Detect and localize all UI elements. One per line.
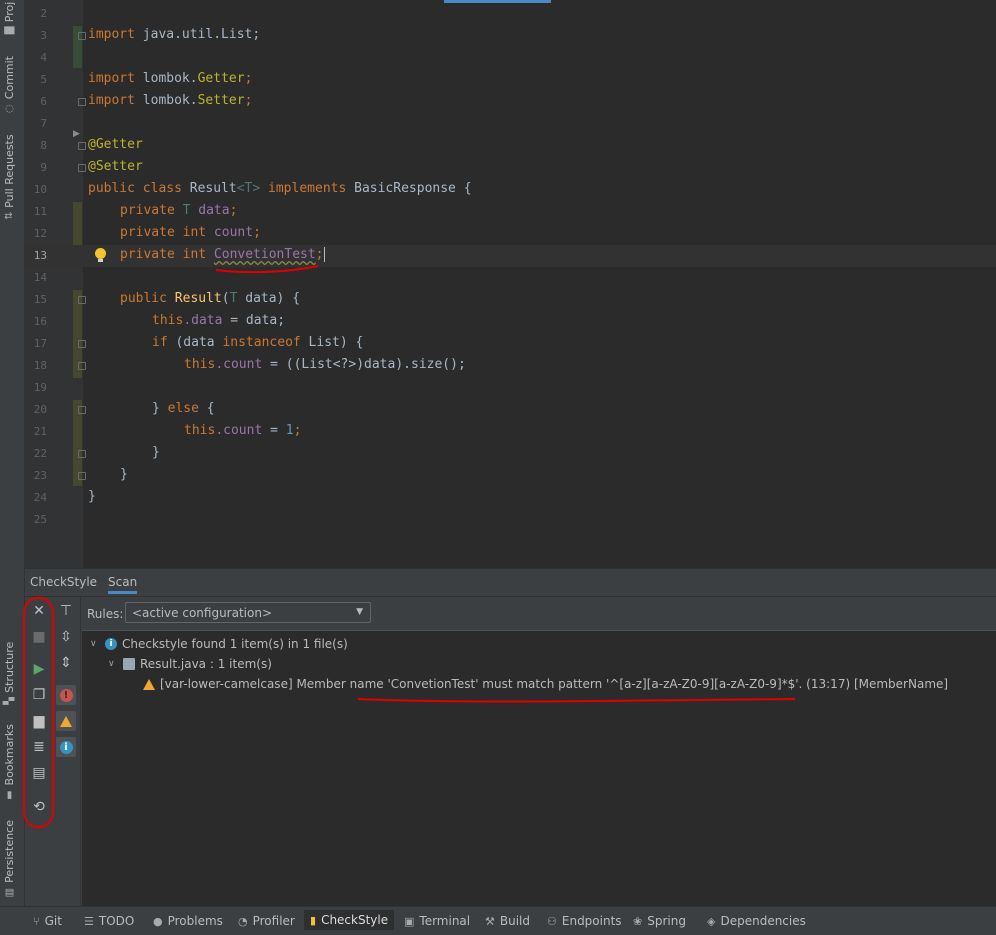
code-line: 25: [33, 513, 47, 526]
checkstyle-results-tree: ∨ i Checkstyle found 1 item(s) in 1 file…: [82, 630, 996, 908]
tab-scan[interactable]: Scan: [108, 575, 138, 594]
code-line: 20 } else {: [33, 401, 215, 416]
lightbulb-icon[interactable]: [95, 248, 106, 262]
check-changed-icon[interactable]: ≣: [29, 737, 49, 757]
rules-dropdown[interactable]: <active configuration> ▼: [125, 602, 371, 623]
stop-icon[interactable]: ■: [29, 627, 49, 647]
bookmarks-tool-tab[interactable]: ▮ Bookmarks: [3, 724, 16, 800]
error-icon: !: [59, 688, 73, 702]
results-summary-node[interactable]: ∨ i Checkstyle found 1 item(s) in 1 file…: [90, 637, 348, 651]
code-line: 16 this.data = data;: [33, 313, 286, 328]
tool-window-bar: ⑂ Git ☰ TODO ● Problems ◔ Profiler ▮ CheckSty…: [0, 906, 996, 935]
spring-leaf-icon: ❀: [633, 914, 643, 928]
code-editor[interactable]: ▶ 2 3 import java.util.List; 4 5 import …: [25, 0, 996, 568]
endpoints-icon: ⚇: [547, 914, 557, 928]
terminal-tool-button[interactable]: ▣ Terminal: [404, 914, 470, 928]
refresh-icon[interactable]: ⟲: [29, 797, 49, 817]
warning-icon: [60, 715, 72, 727]
dependencies-icon: ◈: [707, 914, 716, 928]
convention-violation-field: ConvetionTest: [213, 247, 316, 262]
filter-errors-button[interactable]: !: [56, 685, 76, 705]
folder-icon: ▇: [4, 26, 15, 35]
code-line: 21 this.count = 1;: [33, 423, 302, 438]
tab-checkstyle[interactable]: CheckStyle: [30, 575, 97, 589]
code-line: 9 @Setter: [40, 159, 143, 174]
check-module-icon[interactable]: ❐: [29, 685, 49, 705]
current-code-line: 13 private int ConvetionTest;: [25, 245, 996, 267]
git-tool-button[interactable]: ⑂ Git: [33, 914, 62, 928]
check-project-icon[interactable]: ▆: [29, 711, 49, 731]
persistence-icon: ▤: [4, 886, 15, 898]
todo-tool-button[interactable]: ☰ TODO: [84, 914, 134, 928]
filter-info-button[interactable]: i: [56, 737, 76, 757]
endpoints-tool-button[interactable]: ⚇ Endpoints: [547, 914, 622, 928]
project-tool-tab[interactable]: ▇ Proj: [3, 2, 16, 34]
problems-tool-button[interactable]: ● Problems: [153, 914, 223, 928]
problems-icon: ●: [153, 914, 163, 928]
chevron-down-icon[interactable]: ∨: [108, 659, 118, 669]
code-line: 2: [40, 7, 47, 20]
run-check-icon[interactable]: ▶: [29, 659, 49, 679]
code-line: 14: [33, 271, 47, 284]
code-line: 23 }: [33, 467, 128, 482]
profiler-tool-button[interactable]: ◔ Profiler: [238, 914, 295, 928]
list-icon: ☰: [84, 914, 94, 928]
code-line: 7: [40, 117, 47, 130]
info-icon: i: [105, 638, 117, 650]
dependencies-tool-button[interactable]: ◈ Dependencies: [707, 914, 806, 928]
checkstyle-tool-window: CheckStyle Scan ✕ ■ ▶ ❐ ▆ ≣ ▤ ⟲ ⊤ ⇳ ⇕ ! …: [25, 568, 996, 908]
checkstyle-icon: ▮: [310, 913, 317, 927]
code-line: 24 }: [33, 489, 96, 504]
terminal-icon: ▣: [404, 914, 415, 928]
close-icon[interactable]: ✕: [29, 601, 49, 621]
check-scope-icon[interactable]: ▤: [29, 763, 49, 783]
collapse-all-icon[interactable]: ⇕: [56, 653, 76, 673]
dropdown-arrow-icon: ▼: [356, 607, 363, 617]
code-line: 6 import lombok.Setter;: [40, 93, 253, 108]
results-issue-node[interactable]: [var-lower-camelcase] Member name 'Conve…: [143, 677, 948, 691]
git-branch-icon: ⑂: [33, 914, 40, 928]
code-line: 15 public Result(T data) {: [33, 291, 301, 306]
code-line: 19: [33, 381, 47, 394]
code-line: 18 this.count = ((List<?>)data).size();: [33, 357, 466, 372]
results-file-node[interactable]: ∨ Result.java : 1 item(s): [108, 657, 272, 671]
rules-label: Rules:: [87, 607, 124, 621]
warning-icon: [143, 678, 155, 690]
pull-request-icon: ⇅: [4, 211, 15, 220]
profiler-icon: ◔: [238, 914, 248, 928]
filter-warnings-button[interactable]: [56, 711, 76, 731]
code-line: 17 if (data instanceof List) {: [33, 335, 364, 350]
pin-icon[interactable]: ⊤: [56, 601, 76, 621]
code-line: 4: [40, 51, 47, 64]
hammer-icon: ⚒: [485, 914, 495, 928]
tool-window-tabs: CheckStyle Scan: [25, 569, 996, 597]
code-line: 3 import java.util.List;: [40, 27, 261, 42]
java-file-icon: [123, 658, 135, 670]
structure-icon: ▚: [4, 697, 15, 705]
commit-icon: ◌: [4, 103, 15, 115]
checkstyle-tool-button[interactable]: ▮ CheckStyle: [304, 910, 395, 930]
spring-tool-button[interactable]: ❀ Spring: [633, 914, 686, 928]
code-line: 22 }: [33, 445, 160, 460]
code-line: 8 @Getter: [40, 137, 143, 152]
persistence-tool-tab[interactable]: ▤ Persistence: [3, 820, 16, 898]
expand-all-icon[interactable]: ⇳: [56, 627, 76, 647]
text-caret: [323, 247, 325, 262]
checkstyle-toolbar: ✕ ■ ▶ ❐ ▆ ≣ ▤ ⟲: [25, 597, 53, 907]
pull-requests-tool-tab[interactable]: ⇅ Pull Requests: [3, 134, 16, 220]
code-line: 11 private T data;: [33, 203, 238, 218]
info-icon: i: [59, 740, 73, 754]
structure-tool-tab[interactable]: ▚ Structure: [3, 642, 16, 705]
code-line: 12 private int count;: [33, 225, 261, 240]
code-line: 5 import lombok.Getter;: [40, 71, 253, 86]
commit-tool-tab[interactable]: ◌ Commit: [3, 56, 16, 114]
code-line: 10 public class Result<T> implements Bas…: [33, 181, 472, 196]
build-tool-button[interactable]: ⚒ Build: [485, 914, 530, 928]
left-tool-strip: ▇ Proj ◌ Commit ⇅ Pull Requests ▚ Struct…: [0, 0, 25, 906]
bookmark-icon: ▮: [4, 789, 15, 801]
chevron-down-icon[interactable]: ∨: [90, 639, 100, 649]
checkstyle-filter-toolbar: ⊤ ⇳ ⇕ ! i: [54, 597, 81, 907]
